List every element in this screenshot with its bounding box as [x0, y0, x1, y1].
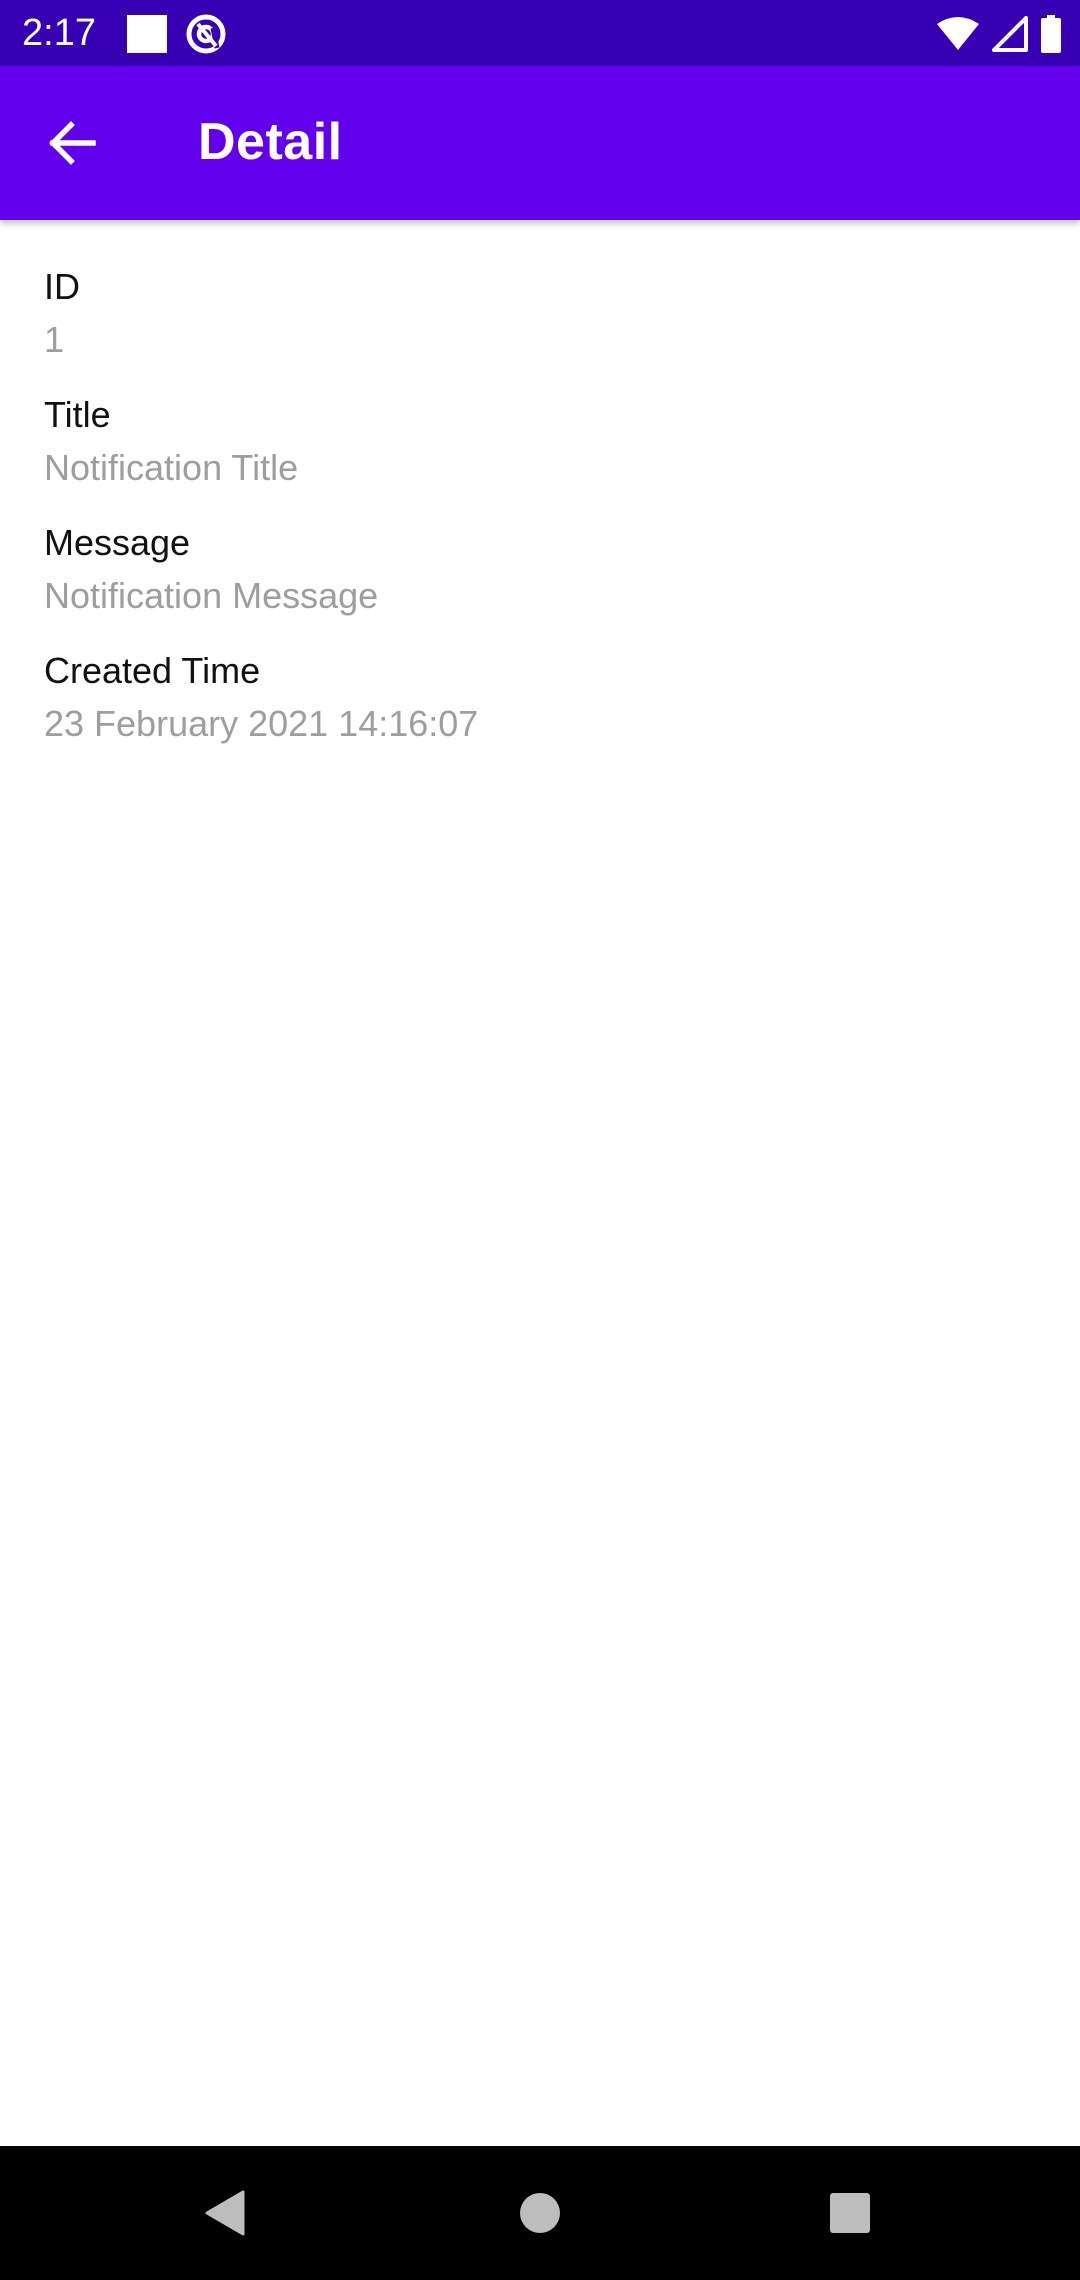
at-sign-icon — [186, 14, 226, 54]
wifi-icon — [937, 17, 979, 50]
field-value: Notification Title — [44, 447, 299, 488]
app-bar: Detail — [0, 66, 1080, 220]
home-circle-icon — [520, 2193, 560, 2233]
back-button[interactable] — [28, 99, 116, 187]
recents-square-icon — [830, 2193, 870, 2233]
field-label: ID — [44, 266, 80, 307]
nav-home-button[interactable] — [495, 2168, 585, 2258]
status-time: 2:17 — [22, 12, 96, 54]
field-value: Notification Message — [44, 575, 379, 616]
nav-recents-button[interactable] — [805, 2168, 895, 2258]
nav-back-button[interactable] — [180, 2168, 270, 2258]
arrow-back-icon — [49, 121, 96, 165]
field-value: 1 — [44, 319, 65, 360]
status-icons-right — [936, 12, 1062, 56]
field-label: Created Time — [44, 650, 261, 691]
notification-square-icon — [127, 15, 167, 53]
field-label: Title — [44, 394, 111, 435]
system-nav-bar — [0, 2146, 1080, 2280]
field-label: Message — [44, 522, 191, 563]
back-triangle-icon — [205, 2190, 245, 2236]
field-id: ID 1 — [44, 265, 80, 362]
field-value: 23 February 2021 14:16:07 — [44, 703, 479, 744]
field-title: Title Notification Title — [44, 393, 298, 490]
field-created-time: Created Time 23 February 2021 14:16:07 — [44, 649, 478, 746]
battery-icon — [1041, 15, 1061, 53]
signal-icon — [992, 16, 1028, 52]
field-message: Message Notification Message — [44, 521, 378, 618]
page-title: Detail — [198, 113, 343, 171]
status-bar: 2:17 — [0, 0, 1080, 66]
